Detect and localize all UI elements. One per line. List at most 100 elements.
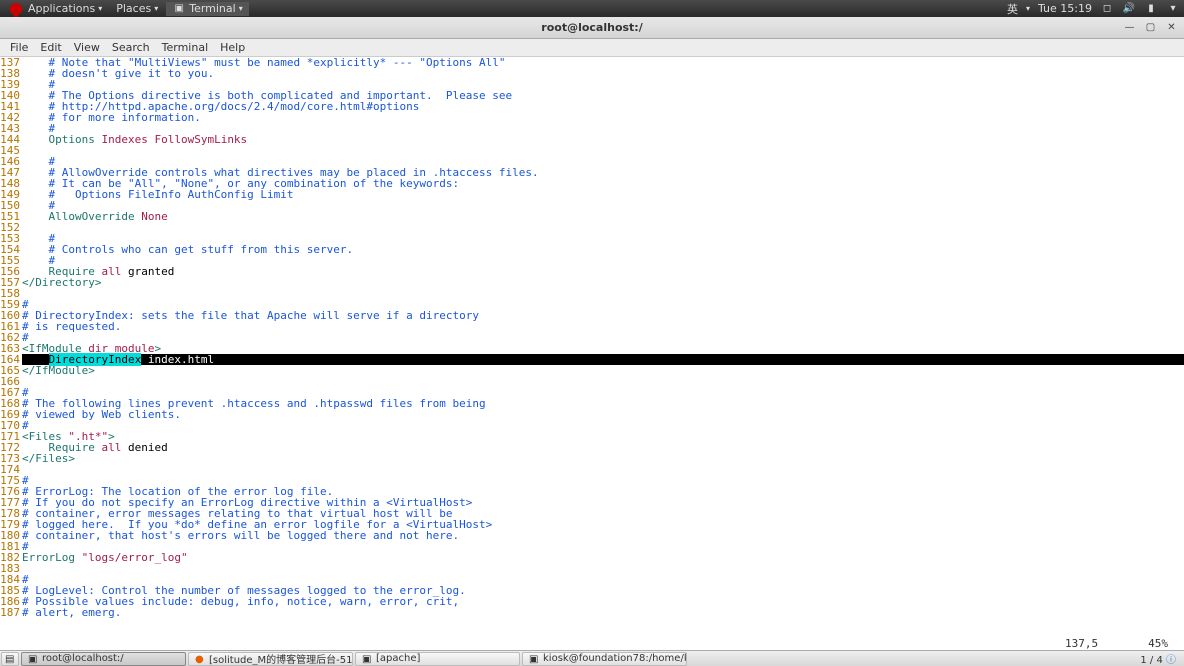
line-content: Require all granted xyxy=(22,266,1184,277)
vim-statusbar: 137,5 45% xyxy=(0,637,1184,650)
menu-view[interactable]: View xyxy=(68,41,106,54)
code-line: 158 xyxy=(0,288,1184,299)
gnome-taskbar: ▤ ▣ root@localhost:/ ●[solitude_M的博客管理后台-… xyxy=(0,650,1184,666)
line-content: </IfModule> xyxy=(22,365,1184,376)
line-content: # xyxy=(22,541,1184,552)
code-line: 142 # for more information. xyxy=(0,112,1184,123)
line-content: # The following lines prevent .htaccess … xyxy=(22,398,1184,409)
line-content: # viewed by Web clients. xyxy=(22,409,1184,420)
code-line: 174 xyxy=(0,464,1184,475)
code-line: 155 # xyxy=(0,255,1184,266)
line-content: ErrorLog "logs/error_log" xyxy=(22,552,1184,563)
code-line: 172 Require all denied xyxy=(0,442,1184,453)
task-label: kiosk@foundation78:/home/kiosk/... xyxy=(543,653,687,664)
line-content xyxy=(22,464,1184,475)
volume-icon[interactable]: 🔊 xyxy=(1122,2,1136,16)
line-content xyxy=(22,288,1184,299)
code-line: 186# Possible values include: debug, inf… xyxy=(0,596,1184,607)
line-content: # Possible values include: debug, info, … xyxy=(22,596,1184,607)
code-line: 161# is requested. xyxy=(0,321,1184,332)
task-label: root@localhost:/ xyxy=(42,653,124,664)
cursor-position: 137,5 xyxy=(1065,637,1098,650)
power-menu-icon[interactable]: ▾ xyxy=(1166,2,1180,16)
line-content: AllowOverride None xyxy=(22,211,1184,222)
code-line: 169# viewed by Web clients. xyxy=(0,409,1184,420)
task-label: [apache] xyxy=(376,653,420,664)
code-line: 157</Directory> xyxy=(0,277,1184,288)
line-content: # Controls who can get stuff from this s… xyxy=(22,244,1184,255)
task-firefox[interactable]: ●[solitude_M的博客管理后台-51... xyxy=(188,652,353,666)
line-content: </Files> xyxy=(22,453,1184,464)
ime-indicator[interactable]: 英 xyxy=(1007,1,1018,17)
chevron-down-icon: ▾ xyxy=(1026,4,1030,13)
terminal-icon: ▣ xyxy=(529,654,539,664)
code-line: 138 # doesn't give it to you. xyxy=(0,68,1184,79)
battery-icon[interactable]: ▮ xyxy=(1144,2,1158,16)
code-line: 166 xyxy=(0,376,1184,387)
line-number: 187 xyxy=(0,607,22,618)
task-terminal-2[interactable]: ▣ [apache] xyxy=(355,652,520,666)
workspace-indicator[interactable]: 1 / 4 ⓘ xyxy=(1132,651,1184,666)
show-desktop-button[interactable]: ▤ xyxy=(1,652,19,666)
a11y-icon[interactable]: ◻ xyxy=(1100,2,1114,16)
code-line: 149 # Options FileInfo AuthConfig Limit xyxy=(0,189,1184,200)
line-content: # alert, emerg. xyxy=(22,607,1184,618)
line-content xyxy=(22,145,1184,156)
clock[interactable]: Tue 15:19 xyxy=(1038,2,1092,15)
redhat-icon xyxy=(8,0,25,17)
line-content: # xyxy=(22,255,1184,266)
line-content: DirectoryIndex index.html xyxy=(22,354,1184,365)
line-content: # is requested. xyxy=(22,321,1184,332)
code-line: 154 # Controls who can get stuff from th… xyxy=(0,244,1184,255)
info-icon: ⓘ xyxy=(1166,655,1176,666)
code-line: 170# xyxy=(0,420,1184,431)
menu-file[interactable]: File xyxy=(4,41,34,54)
code-line: 160# DirectoryIndex: sets the file that … xyxy=(0,310,1184,321)
menu-help[interactable]: Help xyxy=(214,41,251,54)
scroll-percentage: 45% xyxy=(1148,637,1168,650)
task-terminal-1[interactable]: ▣ root@localhost:/ xyxy=(21,652,186,666)
code-line: 187# alert, emerg. xyxy=(0,607,1184,618)
code-line: 156 Require all granted xyxy=(0,266,1184,277)
code-line: 150 # xyxy=(0,200,1184,211)
line-content: # DirectoryIndex: sets the file that Apa… xyxy=(22,310,1184,321)
code-line: 151 AllowOverride None xyxy=(0,211,1184,222)
line-content: # doesn't give it to you. xyxy=(22,68,1184,79)
chevron-down-icon: ▾ xyxy=(154,4,158,13)
menu-edit[interactable]: Edit xyxy=(34,41,67,54)
line-content: </Directory> xyxy=(22,277,1184,288)
code-line: 144 Options Indexes FollowSymLinks xyxy=(0,134,1184,145)
terminal-icon: ▣ xyxy=(362,654,372,664)
vim-editor[interactable]: 137 # Note that "MultiViews" must be nam… xyxy=(0,57,1184,632)
close-button[interactable]: ✕ xyxy=(1165,22,1178,33)
menu-terminal[interactable]: Terminal xyxy=(156,41,215,54)
window-titlebar[interactable]: root@localhost:/ — ▢ ✕ xyxy=(0,17,1184,39)
terminal-icon: ▣ xyxy=(28,654,38,664)
desktop-icon: ▤ xyxy=(5,654,15,664)
line-content: <Files ".ht*"> xyxy=(22,431,1184,442)
terminal-app-menu[interactable]: ▣Terminal ▾ xyxy=(166,2,249,16)
gnome-topbar: Applications ▾ Places ▾ ▣Terminal ▾ 英 ▾ T… xyxy=(0,0,1184,17)
workspace-label: 1 / 4 xyxy=(1140,655,1162,666)
line-content: Options Indexes FollowSymLinks xyxy=(22,134,1184,145)
line-content: # xyxy=(22,420,1184,431)
line-content xyxy=(22,376,1184,387)
applications-menu[interactable]: Applications ▾ xyxy=(4,2,108,16)
code-line: 183 xyxy=(0,563,1184,574)
terminal-icon: ▣ xyxy=(172,2,186,16)
line-content xyxy=(22,563,1184,574)
chevron-down-icon: ▾ xyxy=(239,4,243,13)
code-line: 165</IfModule> xyxy=(0,365,1184,376)
places-menu[interactable]: Places ▾ xyxy=(110,2,164,16)
task-terminal-3[interactable]: ▣ kiosk@foundation78:/home/kiosk/... xyxy=(522,652,687,666)
maximize-button[interactable]: ▢ xyxy=(1144,22,1157,33)
minimize-button[interactable]: — xyxy=(1123,22,1136,33)
window-title: root@localhost:/ xyxy=(541,21,642,34)
code-line: 180# container, that host's errors will … xyxy=(0,530,1184,541)
code-line: 182ErrorLog "logs/error_log" xyxy=(0,552,1184,563)
line-content: # for more information. xyxy=(22,112,1184,123)
line-content: # Options FileInfo AuthConfig Limit xyxy=(22,189,1184,200)
line-content: # container, that host's errors will be … xyxy=(22,530,1184,541)
applications-label: Applications xyxy=(28,2,95,15)
menu-search[interactable]: Search xyxy=(106,41,156,54)
